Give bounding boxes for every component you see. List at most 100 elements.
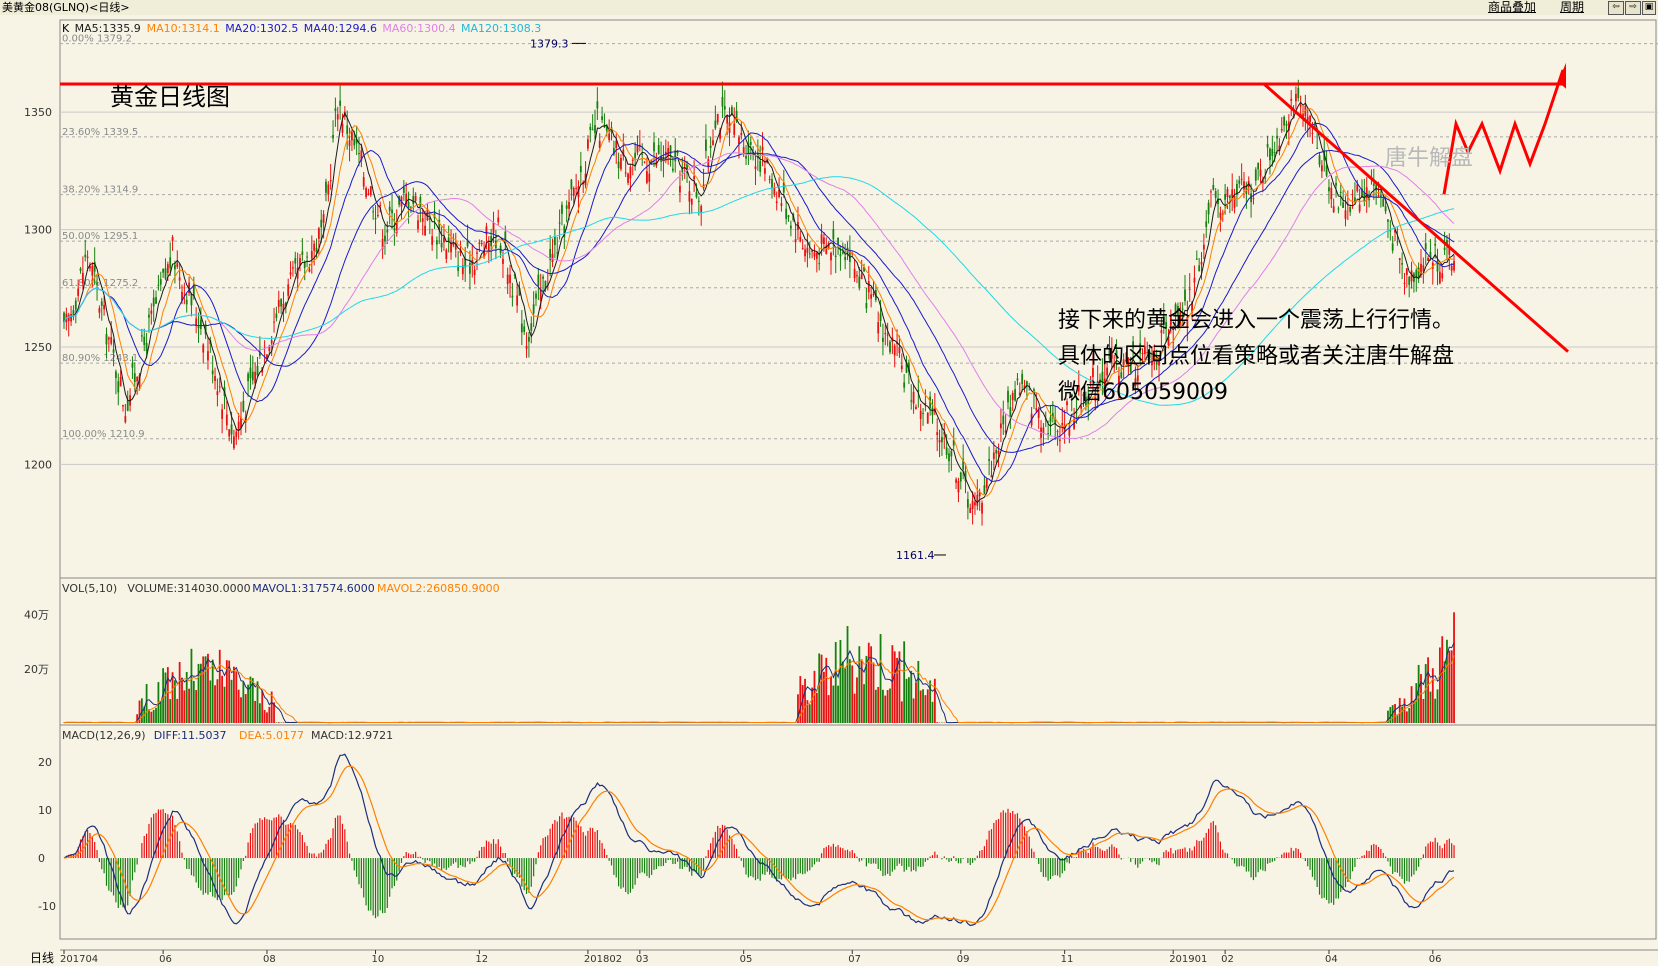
- candle-body: [1011, 393, 1014, 401]
- candle-body: [301, 251, 304, 255]
- candle-body: [365, 188, 367, 198]
- candle-body: [745, 155, 747, 159]
- chart-area: 0.00% 1379.2 23.60% 1339.5 38.20% 1314.9 50…: [24, 19, 1658, 965]
- candle-body: [1200, 261, 1203, 265]
- candle-body: [124, 416, 127, 423]
- volume-bar: [207, 653, 209, 723]
- volume-bar: [178, 661, 181, 723]
- candle-body: [1042, 427, 1045, 434]
- legend-ma40: MA40:1294.6: [304, 22, 377, 35]
- candle-body: [764, 168, 766, 174]
- candle-body: [230, 424, 233, 435]
- candle-body: [641, 153, 644, 155]
- candle-body: [1195, 258, 1198, 260]
- volume-bar: [882, 689, 884, 723]
- candle-body: [275, 313, 278, 319]
- x-tick-label: 201901: [1169, 954, 1207, 965]
- volume-bar: [856, 677, 858, 723]
- candle-body: [808, 253, 811, 255]
- candle-body: [523, 326, 526, 332]
- price-y-tick: 1350: [24, 106, 52, 119]
- volume-bar: [1448, 650, 1451, 723]
- candle-body: [1295, 93, 1297, 102]
- candle-body: [235, 431, 238, 438]
- candle-body: [742, 147, 745, 153]
- candle-body: [506, 274, 509, 285]
- candle-body: [572, 188, 575, 196]
- candle-body: [86, 256, 89, 258]
- volume-bar: [910, 670, 913, 723]
- candle-body: [480, 243, 483, 245]
- volume-bar: [256, 681, 259, 723]
- candle-body: [216, 391, 219, 396]
- candle-body: [780, 203, 783, 206]
- candle-body: [1016, 378, 1019, 381]
- title-bar: 美黄金08(GLNQ)<日线> 商品叠加 周期 ⇦ ⇨ ▣: [0, 0, 1658, 15]
- candle-body: [594, 125, 596, 134]
- candle-body: [228, 429, 231, 437]
- candle-body: [856, 275, 858, 277]
- candle-body: [971, 500, 974, 509]
- candle-body: [1219, 212, 1222, 218]
- candle-body: [509, 274, 511, 284]
- candle-body: [492, 222, 495, 233]
- candle-body: [740, 132, 743, 136]
- period-menu[interactable]: 周期: [1560, 0, 1584, 15]
- candle-body: [79, 268, 82, 271]
- candle-body: [1252, 198, 1255, 200]
- candle-body: [280, 299, 283, 307]
- forecast-path: [1442, 69, 1565, 195]
- fib-label: 23.60% 1339.5: [62, 127, 138, 138]
- volume-bar: [933, 678, 936, 723]
- volume-bar: [1434, 698, 1437, 723]
- candle-body: [806, 247, 809, 253]
- candle-body: [636, 145, 639, 153]
- chart-window: 美黄金08(GLNQ)<日线> 商品叠加 周期 ⇦ ⇨ ▣ 0.00% 1379…: [0, 0, 1658, 966]
- volume-bar: [1438, 647, 1441, 723]
- candle-body: [334, 108, 337, 112]
- candle-body: [1285, 123, 1288, 126]
- volume-bar: [148, 709, 150, 723]
- volume-bar: [811, 687, 814, 723]
- candle-body: [1384, 206, 1387, 212]
- candle-body: [950, 451, 953, 457]
- candle-body: [1328, 187, 1330, 192]
- volume-bar: [214, 685, 216, 723]
- annotation-line: 接下来的黄金会进入一个震荡上行行情。: [1058, 308, 1454, 333]
- candle-body: [900, 365, 903, 370]
- candle-body: [957, 480, 960, 493]
- candle-body: [601, 116, 603, 121]
- candle-body: [202, 344, 205, 353]
- candle-body: [697, 200, 700, 202]
- legend-ma10: MA10:1314.1: [147, 22, 220, 35]
- volume-bar: [199, 663, 202, 723]
- candle-body: [879, 313, 882, 321]
- volume-bar: [931, 701, 934, 723]
- candle-body: [1434, 243, 1437, 246]
- x-tick-label: 201704: [60, 954, 98, 965]
- candle-body: [955, 479, 957, 483]
- candle-body: [877, 322, 880, 334]
- overlay-menu[interactable]: 商品叠加: [1488, 0, 1536, 15]
- arrow-left-icon[interactable]: ⇦: [1608, 1, 1624, 15]
- candle-body: [839, 254, 842, 257]
- volume-bar: [1417, 664, 1420, 723]
- arrow-right-icon[interactable]: ⇨: [1625, 1, 1641, 15]
- candle-body: [251, 371, 254, 381]
- volume-bar: [929, 680, 932, 723]
- candle-body: [1441, 273, 1444, 279]
- candle-body: [1198, 265, 1201, 272]
- candle-body: [837, 237, 839, 244]
- candle-body: [608, 133, 611, 141]
- window-restore-icon[interactable]: ▣: [1642, 1, 1656, 15]
- x-tick-label: 03: [636, 954, 649, 965]
- candle-body: [1356, 184, 1359, 192]
- candle-body: [313, 243, 316, 251]
- candle-body: [997, 450, 1000, 454]
- volume-bar: [1408, 708, 1411, 723]
- candle-body: [247, 373, 249, 382]
- candle-body: [348, 140, 351, 146]
- candle-body: [214, 375, 216, 382]
- candle-body: [898, 347, 901, 353]
- candle-body: [995, 450, 998, 454]
